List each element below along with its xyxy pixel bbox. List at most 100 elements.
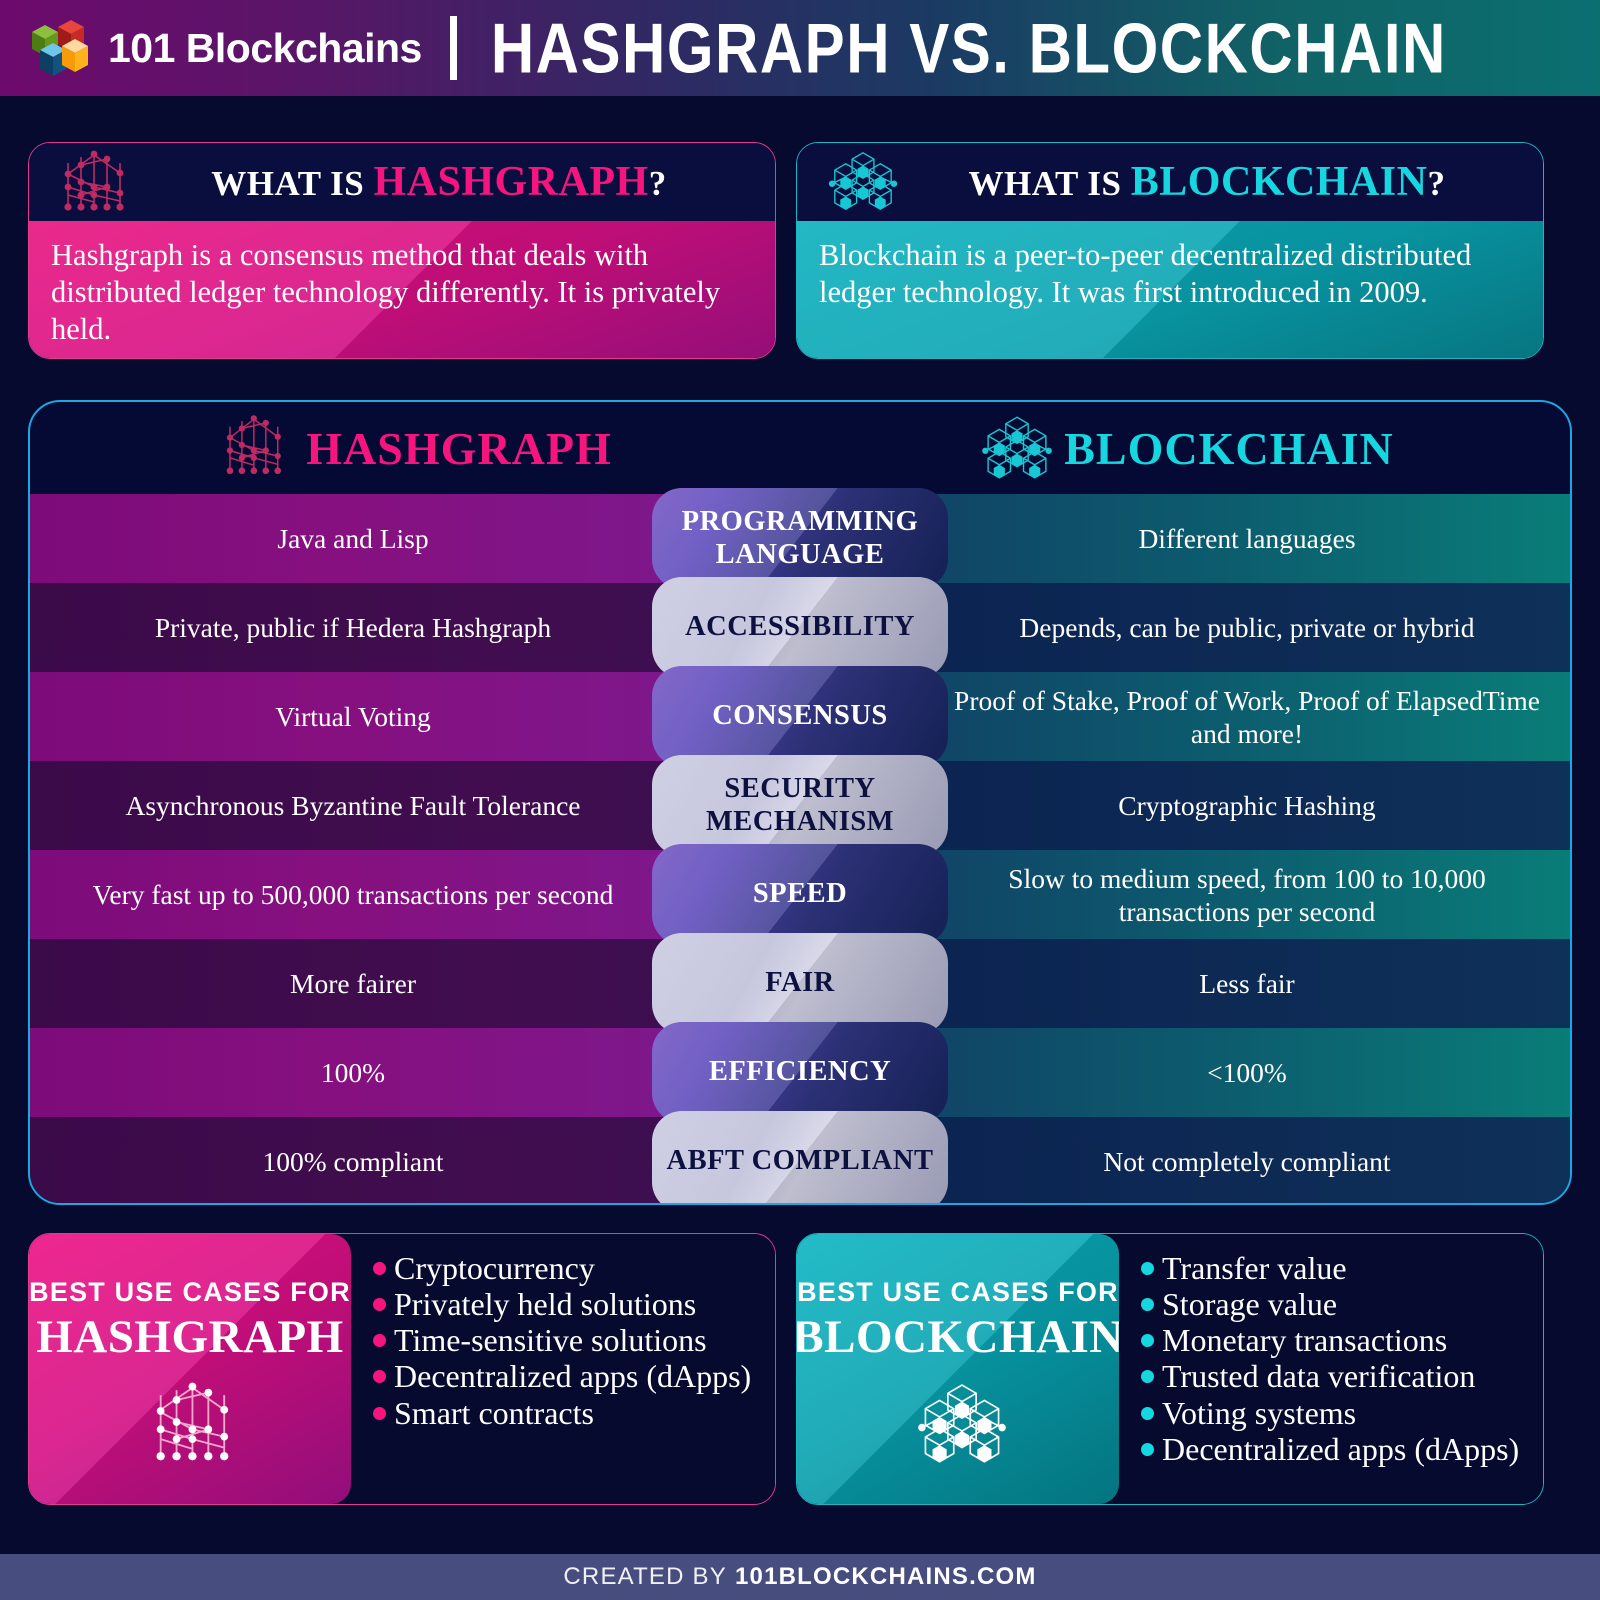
- row-attribute-pill: ABFT COMPLIANT: [652, 1111, 948, 1203]
- list-item: Decentralized apps (dApps): [373, 1358, 767, 1394]
- list-item: Cryptocurrency: [373, 1250, 767, 1286]
- comparison-rows: Java and Lisp Different languages PROGRA…: [30, 488, 1570, 1203]
- list-item-label: Voting systems: [1162, 1394, 1357, 1431]
- hashgraph-dag-icon: [218, 409, 290, 487]
- row-attribute-pill: ACCESSIBILITY: [652, 577, 948, 678]
- comparison-table-header: HASHGRAPH BLOCKCHAIN: [30, 402, 1570, 494]
- blockchain-cubes-icon: [976, 409, 1053, 487]
- use-cases-hashgraph-list: Cryptocurrency Privately held solutions …: [351, 1234, 775, 1504]
- use-cases-blockchain-badge: BEST USE CASES FOR BLOCKCHAIN: [797, 1234, 1119, 1504]
- use-cases-hashgraph-badge: BEST USE CASES FOR HASHGRAPH: [29, 1234, 351, 1504]
- comparison-header-blockchain: BLOCKCHAIN: [800, 409, 1570, 487]
- row-attribute-label: PROGRAMMING LANGUAGE: [681, 506, 919, 570]
- definition-card-hashgraph-body: Hashgraph is a consensus method that dea…: [29, 221, 775, 358]
- comparison-header-hashgraph: HASHGRAPH: [30, 409, 800, 487]
- definition-title-accent: HASHGRAPH: [373, 159, 649, 205]
- bullet-dot-icon: [1141, 1298, 1154, 1312]
- list-item: Time-sensitive solutions: [373, 1322, 767, 1358]
- footer-prefix: CREATED BY: [563, 1563, 727, 1590]
- definition-title-prefix: WHAT IS: [968, 164, 1131, 203]
- use-cases-blockchain-list: Transfer value Storage value Monetary tr…: [1119, 1234, 1543, 1504]
- bullet-dot-icon: [373, 1262, 386, 1275]
- definition-card-blockchain: WHAT IS BLOCKCHAIN? Blockchain is a peer…: [796, 142, 1544, 359]
- list-item: Storage value: [1141, 1286, 1535, 1322]
- definition-title-suffix: ?: [648, 164, 667, 203]
- four-cubes-logo-icon: [28, 12, 90, 84]
- use-cases-hashgraph: BEST USE CASES FOR HASHGRAPH Cryptocurre…: [28, 1233, 776, 1505]
- use-cases-badge-line2: HASHGRAPH: [36, 1310, 344, 1363]
- definition-title-suffix: ?: [1427, 164, 1446, 203]
- bullet-dot-icon: [1141, 1370, 1154, 1384]
- hashgraph-dag-icon: [55, 149, 129, 215]
- row-attribute-label: CONSENSUS: [712, 700, 888, 732]
- list-item-label: Monetary transactions: [1162, 1322, 1448, 1359]
- use-cases-badge-line1: BEST USE CASES FOR: [29, 1276, 351, 1307]
- blockchain-cubes-icon: [823, 149, 898, 215]
- header-divider: [449, 16, 457, 80]
- footer-site: 101BLOCKCHAINS.COM: [734, 1563, 1037, 1590]
- row-attribute-label: SECURITY MECHANISM: [705, 773, 895, 837]
- table-row: More fairer Less fair FAIR: [30, 933, 1570, 1034]
- row-attribute-label: ABFT COMPLIANT: [666, 1145, 934, 1177]
- bullet-dot-icon: [1141, 1334, 1154, 1348]
- definition-card-hashgraph-title: WHAT IS HASHGRAPH?: [143, 158, 775, 206]
- comparison-header-hashgraph-label: HASHGRAPH: [306, 422, 612, 474]
- list-item: Monetary transactions: [1141, 1322, 1535, 1358]
- list-item-label: Decentralized apps (dApps): [1162, 1430, 1520, 1467]
- row-attribute-label: ACCESSIBILITY: [685, 611, 915, 643]
- bullet-dot-icon: [1141, 1442, 1154, 1456]
- table-row: Java and Lisp Different languages PROGRA…: [30, 488, 1570, 589]
- list-item: Privately held solutions: [373, 1286, 767, 1322]
- table-row: Asynchronous Byzantine Fault Tolerance C…: [30, 755, 1570, 856]
- infographic-page: 101 Blockchains HASHGRAPH VS. BLOCKCHAIN: [0, 0, 1600, 1600]
- comparison-table: HASHGRAPH BLOCKCHAIN Java and Lisp Diffe…: [28, 400, 1572, 1205]
- row-attribute-pill: SECURITY MECHANISM: [652, 755, 948, 856]
- definition-card-hashgraph-header: WHAT IS HASHGRAPH?: [29, 143, 775, 221]
- row-attribute-label: SPEED: [752, 878, 848, 910]
- use-cases-blockchain: BEST USE CASES FOR BLOCKCHAIN Transfer v…: [796, 1233, 1544, 1505]
- page-title: HASHGRAPH VS. BLOCKCHAIN: [490, 8, 1447, 88]
- blockchain-cubes-icon: [910, 1378, 1006, 1466]
- list-item: Smart contracts: [373, 1395, 767, 1431]
- table-row: Private, public if Hedera Hashgraph Depe…: [30, 577, 1570, 678]
- list-item-label: Cryptocurrency: [394, 1250, 595, 1286]
- row-attribute-pill: FAIR: [652, 933, 948, 1034]
- definition-card-blockchain-header: WHAT IS BLOCKCHAIN?: [797, 143, 1543, 221]
- definition-title-prefix: WHAT IS: [211, 164, 374, 203]
- list-item: Transfer value: [1141, 1250, 1535, 1286]
- list-item-label: Privately held solutions: [394, 1286, 697, 1323]
- bullet-dot-icon: [373, 1334, 386, 1348]
- use-cases-badge-line1: BEST USE CASES FOR: [797, 1276, 1119, 1307]
- definition-title-accent: BLOCKCHAIN: [1130, 159, 1428, 205]
- hashgraph-dag-icon: [142, 1378, 238, 1466]
- table-row: Virtual Voting Proof of Stake, Proof of …: [30, 666, 1570, 767]
- table-row: Very fast up to 500,000 transactions per…: [30, 844, 1570, 945]
- bullet-dot-icon: [373, 1298, 386, 1312]
- bullet-dot-icon: [373, 1406, 386, 1420]
- brand-name: 101 Blockchains: [108, 24, 422, 71]
- row-attribute-label: EFFICIENCY: [708, 1056, 892, 1088]
- list-item-label: Smart contracts: [394, 1394, 594, 1431]
- row-attribute-pill: CONSENSUS: [652, 666, 948, 767]
- definition-card-hashgraph: WHAT IS HASHGRAPH? Hashgraph is a consen…: [28, 142, 776, 359]
- comparison-header-blockchain-label: BLOCKCHAIN: [1064, 422, 1394, 474]
- list-item-label: Time-sensitive solutions: [394, 1322, 707, 1359]
- bullet-dot-icon: [1141, 1262, 1154, 1275]
- list-item-label: Storage value: [1162, 1286, 1338, 1323]
- bullet-dot-icon: [373, 1370, 386, 1384]
- list-item: Voting systems: [1141, 1395, 1535, 1431]
- row-attribute-pill: EFFICIENCY: [652, 1022, 948, 1123]
- definition-hashgraph-text: Hashgraph is a consensus method that dea…: [51, 238, 721, 347]
- list-item-label: Trusted data verification: [1162, 1358, 1476, 1395]
- row-attribute-pill: SPEED: [652, 844, 948, 945]
- definition-card-blockchain-body: Blockchain is a peer-to-peer decentraliz…: [797, 221, 1543, 358]
- row-attribute-pill: PROGRAMMING LANGUAGE: [652, 488, 948, 589]
- definition-blockchain-text: Blockchain is a peer-to-peer decentraliz…: [819, 238, 1472, 310]
- list-item-label: Transfer value: [1162, 1250, 1347, 1286]
- page-header: 101 Blockchains HASHGRAPH VS. BLOCKCHAIN: [0, 0, 1600, 96]
- list-item: Trusted data verification: [1141, 1358, 1535, 1394]
- use-cases-badge-line2: BLOCKCHAIN: [797, 1310, 1119, 1363]
- bullet-dot-icon: [1141, 1406, 1154, 1420]
- definition-card-blockchain-title: WHAT IS BLOCKCHAIN?: [911, 158, 1543, 206]
- table-row: 100% compliant Not completely compliant …: [30, 1111, 1570, 1203]
